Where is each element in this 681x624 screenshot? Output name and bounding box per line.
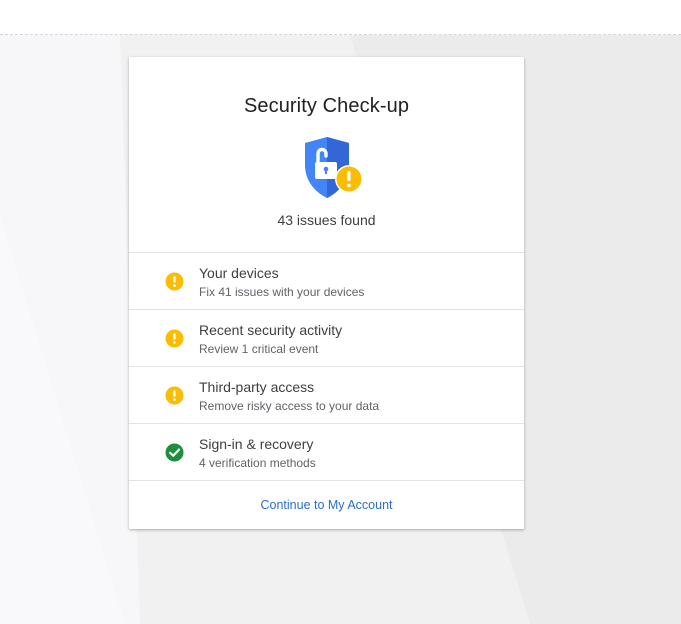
warning-icon xyxy=(165,329,184,348)
item-title: Your devices xyxy=(199,265,279,281)
item-title: Recent security activity xyxy=(199,322,343,338)
check-icon xyxy=(165,443,184,462)
item-subtitle: Review 1 critical event xyxy=(199,342,319,356)
issues-count: 43 issues found xyxy=(277,212,376,228)
security-checkup-card: Security Check-up 43 issues found Your d… xyxy=(129,57,524,529)
item-subtitle: Remove risky access to your data xyxy=(199,399,380,413)
list-item-recent-security-activity[interactable]: Recent security activity Review 1 critic… xyxy=(129,310,524,367)
list-item-your-devices[interactable]: Your devices Fix 41 issues with your dev… xyxy=(129,253,524,310)
item-subtitle: Fix 41 issues with your devices xyxy=(199,285,365,299)
continue-to-my-account-link[interactable]: Continue to My Account xyxy=(260,497,392,513)
list-item-third-party-access[interactable]: Third-party access Remove risky access t… xyxy=(129,367,524,424)
page-title: Security Check-up xyxy=(243,95,410,117)
top-bar xyxy=(0,0,681,35)
list-item-sign-in-recovery[interactable]: Sign-in & recovery 4 verification method… xyxy=(129,424,524,481)
item-subtitle: 4 verification methods xyxy=(199,456,316,470)
warning-icon xyxy=(165,386,184,405)
item-title: Third-party access xyxy=(199,379,315,395)
warning-icon xyxy=(165,272,184,291)
item-title: Sign-in & recovery xyxy=(199,436,314,452)
card-footer: Continue to My Account xyxy=(129,481,524,529)
shield-unlocked-warning-icon xyxy=(301,137,365,201)
card-header: Security Check-up 43 issues found xyxy=(129,57,524,253)
